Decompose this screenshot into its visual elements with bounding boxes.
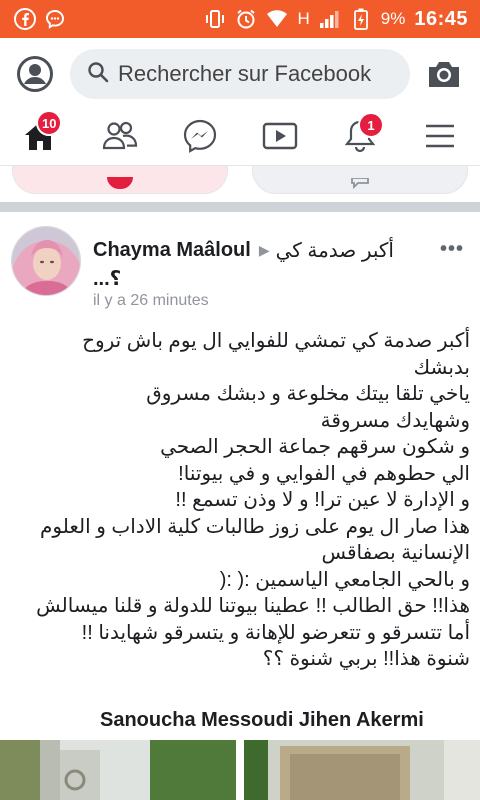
feed-divider: [0, 202, 480, 212]
arrow-right-icon: ▶: [258, 242, 270, 258]
search-icon: [86, 60, 110, 89]
post-line: الي حطوهم في الفوايي و في بيوتنا!: [178, 462, 470, 485]
notifications-badge: 1: [358, 112, 384, 138]
post-time[interactable]: il y a 26 minutes: [93, 292, 209, 310]
tab-messenger[interactable]: [178, 116, 222, 160]
post-line: هذا!! حق الطالب !! عطينا بيوتنا للدولة و…: [36, 595, 470, 617]
story-pill-right[interactable]: [252, 166, 468, 194]
navigation-tabs: 10 1: [0, 110, 480, 166]
post: Chayma Maâloul ▶ أكبر صدمة كي ...؟ ••• i…: [0, 212, 480, 800]
search-bar[interactable]: Rechercher sur Facebook: [70, 49, 410, 99]
post-header-text: أكبر صدمة كي: [275, 240, 394, 262]
post-line: ياخي تلقا بيتك مخلوعة و دبشك مسروق: [146, 383, 470, 405]
messenger-icon: [182, 118, 218, 159]
post-line: و الإدارة لا عين ترا! و لا وذن تسمع !!: [175, 489, 470, 511]
post-line: و بالحي الجامعي الياسمين :( :(: [219, 568, 470, 591]
chat-notification-icon: [44, 8, 66, 30]
vibrate-icon: [204, 8, 226, 30]
tab-watch[interactable]: [258, 116, 302, 160]
post-line: هذا صار ال يوم على زوز طالبات كلية الادا…: [40, 515, 470, 538]
menu-icon: [424, 122, 456, 155]
post-line: أما تتسرقو و تتعرضو للإهانة و يتسرقو شها…: [81, 621, 470, 644]
chat-bubble-icon: [349, 177, 371, 195]
post-line: شنوة هذا!! بربي شنوة ؟؟: [262, 648, 470, 670]
tab-home[interactable]: 10: [18, 110, 63, 160]
story-pill-left[interactable]: [12, 166, 228, 194]
post-line: و شكون سرقهم جماعة الحجر الصحي: [160, 436, 470, 458]
network-type: H: [297, 9, 310, 28]
story-strip: [0, 166, 480, 202]
story-dot-icon: [107, 177, 133, 189]
post-line: أكبر صدمة كي تمشي للفوايي ال يوم باش ترو…: [82, 330, 470, 352]
battery-percent: 9%: [380, 9, 406, 28]
status-bar: H 9% 16:45: [0, 0, 480, 38]
post-header-text-continued: ...؟: [93, 268, 122, 290]
post-line: الإنسانية بصفاقس: [321, 542, 470, 564]
post-photo-1[interactable]: [0, 740, 236, 800]
post-signature: Sanoucha Messoudi Jihen Akermi: [100, 709, 424, 731]
top-bar: Rechercher sur Facebook: [0, 38, 480, 110]
avatar[interactable]: [11, 226, 81, 296]
friends-icon: [101, 120, 139, 157]
wifi-icon: [266, 8, 288, 30]
tab-friends[interactable]: [98, 116, 142, 160]
profile-icon[interactable]: [16, 55, 54, 93]
tab-menu[interactable]: [418, 116, 462, 160]
tab-notifications[interactable]: 1: [338, 112, 384, 160]
clock: 16:45: [414, 7, 468, 30]
watch-icon: [262, 120, 298, 157]
post-line: وشهايدك مسروقة: [320, 409, 470, 432]
home-badge: 10: [36, 110, 63, 136]
post-header: Chayma Maâloul ▶ أكبر صدمة كي: [93, 238, 438, 263]
signal-icon: [319, 8, 341, 30]
post-photo-2[interactable]: [244, 740, 480, 800]
post-line: بدبشك: [413, 356, 470, 379]
more-options-icon[interactable]: •••: [440, 238, 464, 261]
search-placeholder: Rechercher sur Facebook: [118, 61, 372, 86]
post-author[interactable]: Chayma Maâloul: [93, 239, 251, 262]
facebook-notification-icon: [14, 8, 36, 30]
alarm-icon: [235, 8, 257, 30]
camera-icon[interactable]: [426, 58, 462, 90]
post-body: أكبر صدمة كي تمشي للفوايي ال يوم باش ترو…: [10, 328, 470, 673]
battery-charging-icon: [350, 8, 372, 30]
